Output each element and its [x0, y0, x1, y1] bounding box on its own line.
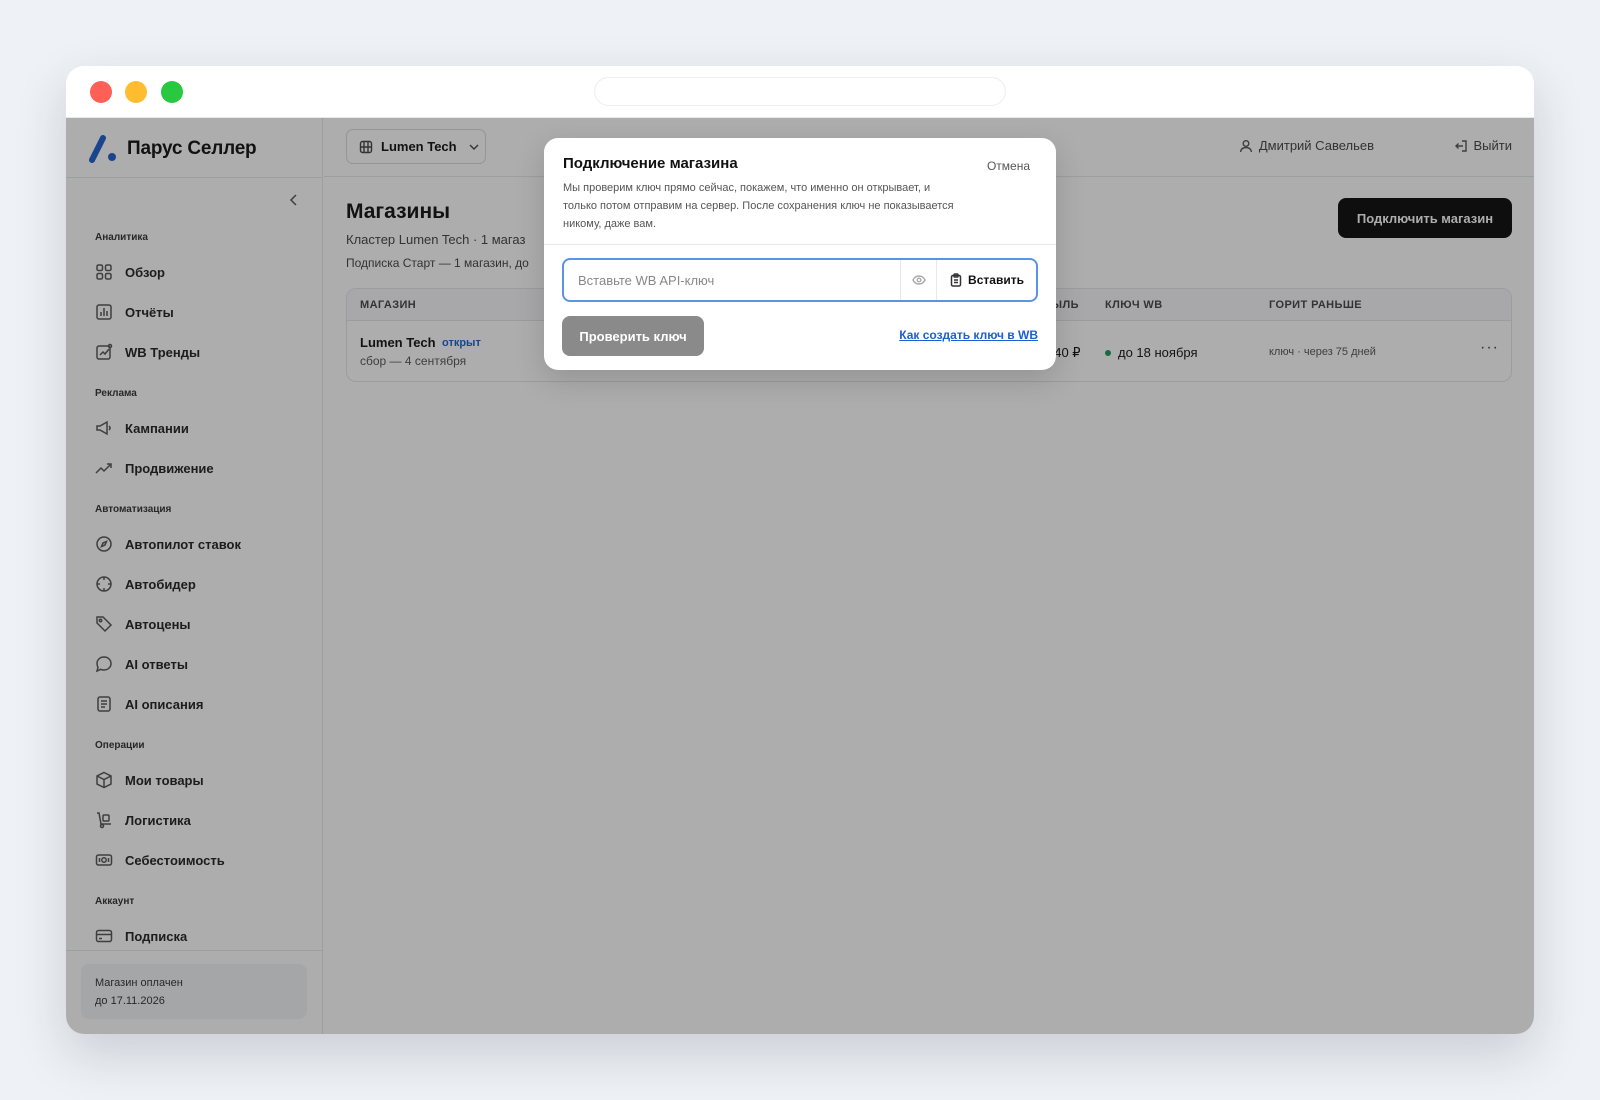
paste-button[interactable]: Вставить	[936, 260, 1036, 300]
address-bar[interactable]	[594, 77, 1006, 106]
window-titlebar	[66, 66, 1534, 118]
maximize-window-button[interactable]	[161, 81, 183, 103]
modal-title: Подключение магазина	[563, 155, 738, 172]
how-to-create-key-link[interactable]: Как создать ключ в WB	[899, 328, 1038, 342]
paste-label: Вставить	[968, 273, 1024, 287]
modal-description: Мы проверим ключ прямо сейчас, покажем, …	[563, 182, 954, 230]
cancel-button[interactable]: Отмена	[987, 159, 1030, 173]
divider	[544, 244, 1056, 245]
minimize-window-button[interactable]	[125, 81, 147, 103]
browser-window: Парус Селлер Аналитика Обзор Отчёты WB Т…	[66, 66, 1534, 1034]
close-window-button[interactable]	[90, 81, 112, 103]
connect-store-modal: Подключение магазина Отмена Мы проверим …	[544, 138, 1056, 370]
clipboard-icon	[950, 273, 962, 287]
api-key-input[interactable]	[564, 260, 900, 300]
eye-icon	[911, 275, 926, 285]
toggle-visibility-button[interactable]	[900, 260, 936, 300]
api-key-field: Вставить	[562, 258, 1038, 302]
check-key-button[interactable]: Проверить ключ	[562, 316, 704, 356]
